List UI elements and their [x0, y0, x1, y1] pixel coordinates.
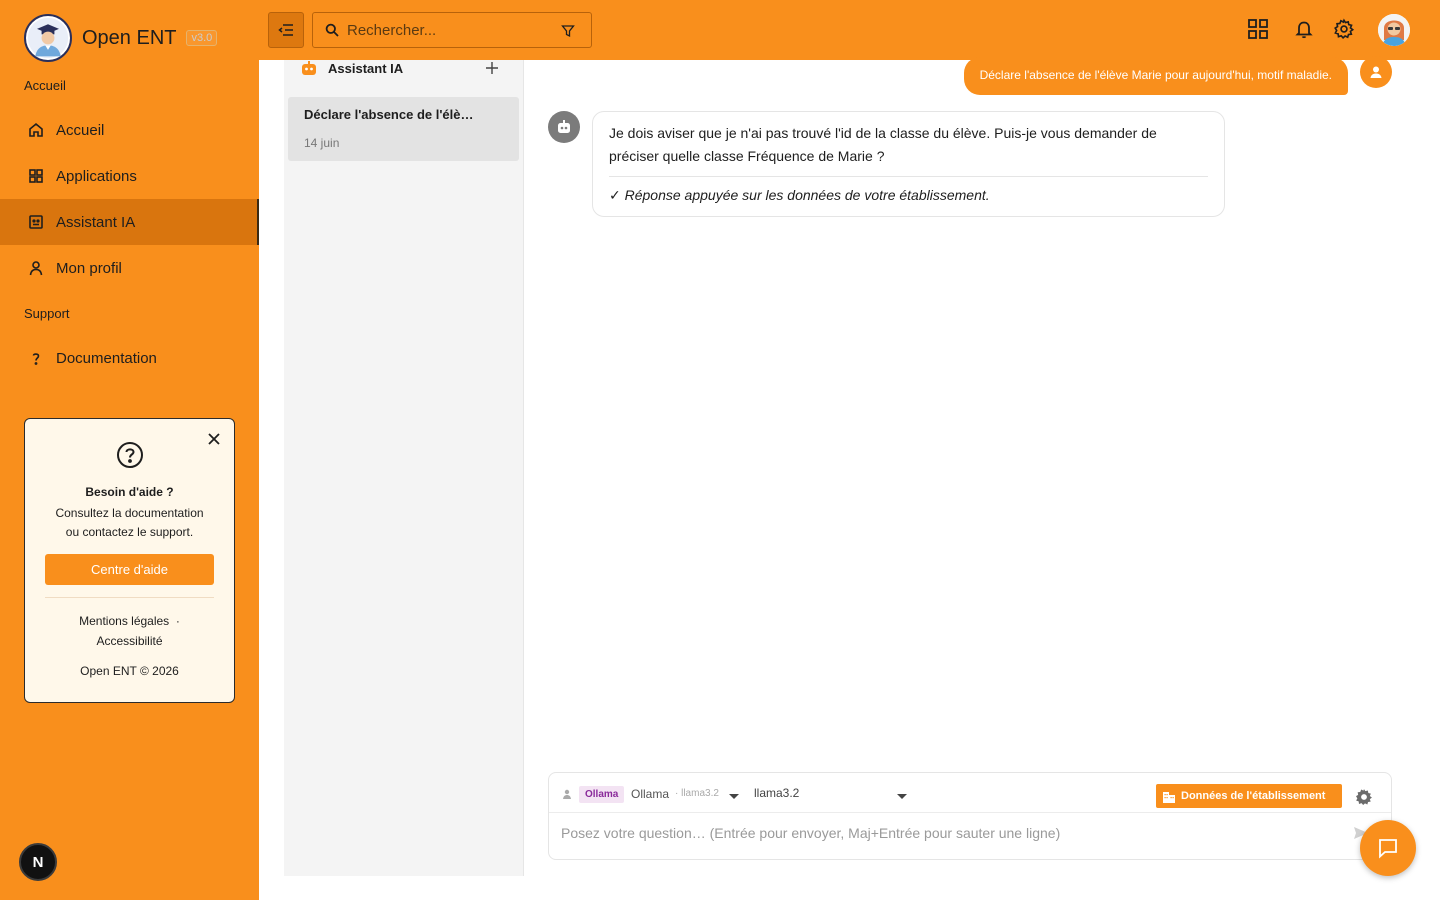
sidebar-item-assistant[interactable]: Assistant IA	[0, 199, 259, 245]
legal-link[interactable]: Mentions légales	[79, 614, 169, 628]
search-bar	[312, 12, 592, 48]
menu-collapse-icon	[278, 24, 293, 36]
composer: Ollama Ollama · llama3.2 llama3.2 Donnée…	[548, 772, 1392, 860]
menu-toggle-button[interactable]	[268, 12, 304, 48]
building-icon	[1163, 792, 1175, 803]
robot-icon	[558, 120, 570, 133]
avatar[interactable]	[1378, 14, 1410, 46]
conversation-item[interactable]: Déclare l'absence de l'élè… 14 juin	[288, 97, 519, 161]
n-badge[interactable]: N	[19, 843, 57, 881]
conversation-item-date: 14 juin	[304, 136, 340, 150]
filter-icon[interactable]	[561, 24, 575, 38]
chat-bubble-icon	[1379, 839, 1397, 859]
help-divider	[45, 597, 214, 598]
help-links: Mentions légales · Accessibilité	[25, 611, 234, 651]
bell-icon[interactable]	[1293, 18, 1315, 40]
brand-logo	[24, 14, 72, 62]
new-conversation-icon[interactable]	[484, 60, 500, 76]
person-icon	[1370, 66, 1382, 78]
bot-message-divider	[609, 176, 1208, 177]
sidebar-item-applications[interactable]: Applications	[0, 153, 259, 199]
user-message: Déclare l'absence de l'élève Marie pour …	[963, 57, 1348, 95]
provider-model: · llama3.2	[675, 788, 719, 799]
sidebar-item-documentation[interactable]: Documentation	[0, 335, 259, 381]
question-icon	[32, 353, 40, 365]
sidebar-item-home[interactable]: Accueil	[0, 107, 259, 153]
help-card: Besoin d'aide ? Consultez la documentati…	[24, 418, 235, 703]
model-dropdown-icon[interactable]	[897, 794, 907, 799]
provider-badge: Ollama	[579, 786, 625, 803]
sidebar-item-label: Accueil	[56, 121, 105, 139]
bot-message-text: Je dois aviser que je n'ai pas trouvé l'…	[609, 125, 1157, 164]
bot-avatar	[548, 111, 580, 143]
settings-gear-icon[interactable]	[1354, 787, 1374, 807]
sidebar-item-profile[interactable]: Mon profil	[0, 245, 259, 291]
conversation-panel: Assistant IA Déclare l'absence de l'élè……	[284, 60, 524, 876]
search-icon	[325, 23, 339, 37]
composer-toolbar: Ollama Ollama · llama3.2 llama3.2 Donnée…	[549, 773, 1391, 813]
section-label-home: Accueil	[24, 78, 66, 93]
user-avatar	[1360, 56, 1392, 88]
model-select[interactable]: llama3.2	[754, 786, 799, 800]
help-title: Besoin d'aide ?	[85, 485, 174, 499]
conversation-header: Assistant IA	[300, 60, 403, 76]
robot-icon	[302, 61, 316, 75]
home-icon	[29, 122, 43, 137]
school-data-button[interactable]: Données de l'établissement	[1156, 784, 1342, 808]
help-center-button[interactable]: Centre d'aide	[45, 554, 214, 585]
brand-name: Open ENT	[82, 26, 177, 49]
sidebar-item-label: Mon profil	[56, 259, 122, 277]
bot-message-note: ✓ Réponse appuyée sur les données de vot…	[609, 187, 990, 203]
sidebar-item-label: Assistant IA	[56, 213, 136, 231]
conversation-title: Assistant IA	[328, 60, 404, 76]
person-icon	[563, 789, 571, 799]
help-text-line1: Consultez la documentation	[55, 506, 204, 520]
conversation-item-title: Déclare l'absence de l'élè…	[304, 107, 474, 122]
provider-dropdown-icon[interactable]	[729, 794, 739, 799]
gear-icon[interactable]	[1333, 18, 1355, 40]
link-separator: ·	[175, 614, 180, 628]
message-input[interactable]	[561, 825, 1341, 841]
version-badge: v3.0	[186, 30, 218, 46]
help-question-icon	[117, 442, 143, 468]
user-icon	[29, 261, 43, 276]
sidebar-item-label: Applications	[56, 167, 137, 185]
help-text: Consultez la documentation ou contactez …	[25, 504, 234, 542]
assistant-icon	[29, 215, 43, 229]
bot-message: Je dois aviser que je n'ai pas trouvé l'…	[592, 111, 1225, 217]
apps-grid-icon[interactable]	[1247, 18, 1269, 40]
sidebar-item-label: Documentation	[56, 349, 157, 367]
school-data-label: Données de l'établissement	[1181, 790, 1326, 802]
section-label-support: Support	[24, 306, 70, 321]
close-icon[interactable]	[206, 431, 222, 447]
grid-icon	[29, 169, 43, 183]
chat-fab-button[interactable]	[1360, 820, 1416, 876]
accessibility-link[interactable]: Accessibilité	[96, 634, 162, 648]
sidebar: Open ENT v3.0 Accueil Accueil Applicatio…	[0, 0, 259, 900]
provider-name: Ollama	[631, 787, 670, 801]
help-text-line2: ou contactez le support.	[65, 525, 194, 539]
copyright: Open ENT © 2026	[80, 664, 179, 678]
brand[interactable]: Open ENT v3.0	[24, 14, 218, 62]
topbar	[259, 0, 1440, 60]
search-input[interactable]	[347, 21, 547, 39]
